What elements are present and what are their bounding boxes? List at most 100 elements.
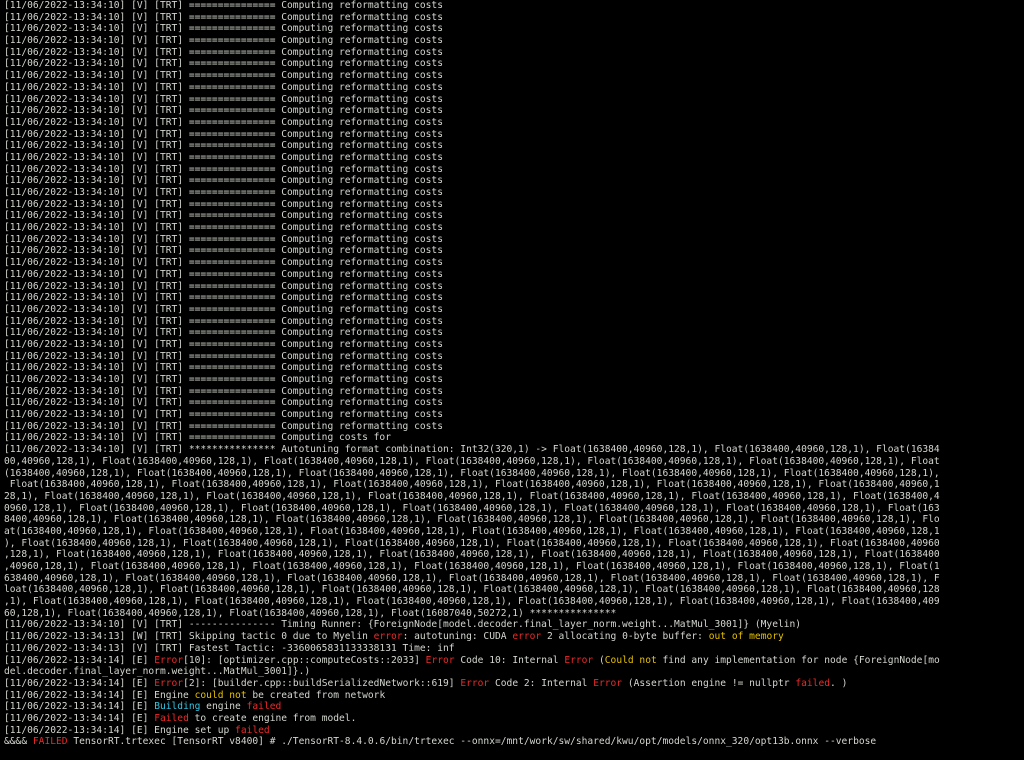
log-text: [11/06/2022-13:34:10] [V] [TRT] ========… bbox=[4, 70, 443, 82]
terminal-line: 60,128,1), Float(1638400,40960,128,1), F… bbox=[4, 608, 1024, 620]
log-text: Code 2: Internal bbox=[489, 677, 594, 689]
log-highlight-red: failed bbox=[795, 677, 831, 689]
terminal-line: [11/06/2022-13:34:14] [E] Error [2]: [bui… bbox=[4, 678, 1024, 690]
terminal-line: [11/06/2022-13:34:10] [V] [TRT] ========… bbox=[4, 292, 1024, 304]
log-text: [11/06/2022-13:34:10] [V] [TRT] ========… bbox=[4, 315, 443, 327]
terminal-line: 00,40960,128,1), Float(1638400,40960,128… bbox=[4, 456, 1024, 468]
log-text: ( bbox=[593, 654, 605, 666]
log-text: [11/06/2022-13:34:10] [V] [TRT] ********… bbox=[4, 444, 940, 456]
terminal-line: [11/06/2022-13:34:10] [V] [TRT] ========… bbox=[4, 117, 1024, 129]
terminal-line: [11/06/2022-13:34:10] [V] [TRT] ========… bbox=[4, 82, 1024, 94]
terminal-line: ,1), Float(1638400,40960,128,1), Float(1… bbox=[4, 596, 1024, 608]
terminal-line: [11/06/2022-13:34:14] [E] Engine set up … bbox=[4, 725, 1024, 737]
log-text: [11/06/2022-13:34:10] [V] [TRT] ========… bbox=[4, 105, 443, 117]
log-text: [11/06/2022-13:34:10] [V] [TRT] ========… bbox=[4, 257, 443, 269]
terminal-line: [11/06/2022-13:34:14] [E] Failed to crea… bbox=[4, 713, 1024, 725]
terminal-line: [11/06/2022-13:34:10] [V] [TRT] ========… bbox=[4, 47, 1024, 59]
log-text: 8400,40960,128,1), Float(1638400,40960,1… bbox=[4, 514, 940, 526]
terminal-line: loat(1638400,40960,128,1), Float(1638400… bbox=[4, 584, 1024, 596]
terminal-line: [11/06/2022-13:34:10] [V] [TRT] ========… bbox=[4, 164, 1024, 176]
terminal-line: [11/06/2022-13:34:10] [V] [TRT] ========… bbox=[4, 58, 1024, 70]
log-text: ), Float(1638400,40960,128,1), Float(163… bbox=[4, 537, 940, 549]
log-text: [11/06/2022-13:34:10] [V] [TRT] ========… bbox=[4, 11, 443, 23]
log-highlight-red: Error bbox=[425, 654, 455, 666]
log-highlight-red: Error bbox=[593, 677, 623, 689]
log-text: [11/06/2022-13:34:10] [V] [TRT] ========… bbox=[4, 58, 443, 70]
terminal-line: [11/06/2022-13:34:10] [V] [TRT] ========… bbox=[4, 12, 1024, 24]
log-text: [11/06/2022-13:34:10] [V] [TRT] ========… bbox=[4, 210, 443, 222]
terminal-line: [11/06/2022-13:34:10] [V] [TRT] ========… bbox=[4, 0, 1024, 12]
log-text: [11/06/2022-13:34:10] [V] [TRT] ========… bbox=[4, 432, 391, 444]
terminal-line: [11/06/2022-13:34:10] [V] [TRT] ========… bbox=[4, 257, 1024, 269]
terminal-line: [11/06/2022-13:34:14] [E] Building engin… bbox=[4, 701, 1024, 713]
terminal-line: [11/06/2022-13:34:10] [V] [TRT] ========… bbox=[4, 175, 1024, 187]
log-highlight-cyan: Building bbox=[154, 701, 201, 713]
terminal-line: (1638400,40960,128,1), Float(1638400,409… bbox=[4, 468, 1024, 480]
terminal-line: [11/06/2022-13:34:10] [V] [TRT] ========… bbox=[4, 94, 1024, 106]
log-text: [11/06/2022-13:34:10] [V] [TRT] ========… bbox=[4, 397, 443, 409]
log-text: . ) bbox=[830, 677, 848, 689]
log-text: to create engine from model. bbox=[188, 712, 357, 724]
log-text: engine bbox=[200, 701, 247, 713]
log-text: [11/06/2022-13:34:10] [V] [TRT] ========… bbox=[4, 420, 443, 432]
terminal-line: [11/06/2022-13:34:10] [V] [TRT] ********… bbox=[4, 444, 1024, 456]
log-text: [11/06/2022-13:34:10] [V] [TRT] ========… bbox=[4, 175, 443, 187]
terminal-line: &&&& FAILED TensorRT.trtexec [TensorRT v… bbox=[4, 736, 1024, 748]
terminal-line: [11/06/2022-13:34:10] [V] [TRT] ========… bbox=[4, 129, 1024, 141]
terminal-line: [11/06/2022-13:34:10] [V] [TRT] ========… bbox=[4, 152, 1024, 164]
terminal-line: [11/06/2022-13:34:10] [V] [TRT] ========… bbox=[4, 386, 1024, 398]
terminal-line: [11/06/2022-13:34:10] [V] [TRT] --------… bbox=[4, 619, 1024, 631]
log-text: [11/06/2022-13:34:14] [E] bbox=[4, 712, 155, 724]
log-text: [11/06/2022-13:34:10] [V] [TRT] ========… bbox=[4, 46, 443, 58]
log-text: Float(1638400,40960,128,1), Float(163840… bbox=[4, 479, 940, 491]
log-text: 0960,128,1), Float(1638400,40960,128,1),… bbox=[4, 502, 940, 514]
log-text: [11/06/2022-13:34:10] [V] [TRT] ========… bbox=[4, 280, 443, 292]
terminal-line: [11/06/2022-13:34:14] [E] Error[10]: [op… bbox=[4, 655, 1024, 667]
log-text: [11/06/2022-13:34:10] [V] [TRT] ========… bbox=[4, 81, 443, 93]
terminal-line: [11/06/2022-13:34:10] [V] [TRT] ========… bbox=[4, 351, 1024, 363]
terminal-line: [11/06/2022-13:34:10] [V] [TRT] ========… bbox=[4, 199, 1024, 211]
log-text: (Assertion engine != nullptr bbox=[622, 677, 796, 689]
log-text: &&&& bbox=[4, 736, 33, 748]
terminal-line: [11/06/2022-13:34:10] [V] [TRT] ========… bbox=[4, 281, 1024, 293]
log-text: [11/06/2022-13:34:10] [V] [TRT] ========… bbox=[4, 35, 443, 47]
log-highlight-yellow: out of memory bbox=[708, 631, 784, 643]
log-text: [11/06/2022-13:34:10] [V] [TRT] ========… bbox=[4, 350, 443, 362]
log-text: 638400,40960,128,1), Float(1638400,40960… bbox=[4, 572, 940, 584]
terminal-line: [11/06/2022-13:34:10] [V] [TRT] ========… bbox=[4, 339, 1024, 351]
log-text: [11/06/2022-13:34:10] [V] [TRT] ========… bbox=[4, 245, 443, 257]
log-text: 00,40960,128,1), Float(1638400,40960,128… bbox=[4, 455, 940, 467]
log-text: [11/06/2022-13:34:10] [V] [TRT] ========… bbox=[4, 23, 443, 35]
log-text: [11/06/2022-13:34:14] [E] bbox=[4, 677, 155, 689]
log-text: find any implementation for node {Foreig… bbox=[656, 654, 940, 666]
terminal-line: [11/06/2022-13:34:10] [V] [TRT] ========… bbox=[4, 304, 1024, 316]
terminal-line: [11/06/2022-13:34:10] [V] [TRT] ========… bbox=[4, 245, 1024, 257]
terminal-line: [11/06/2022-13:34:10] [V] [TRT] ========… bbox=[4, 327, 1024, 339]
log-highlight-red: Error bbox=[564, 654, 594, 666]
log-highlight-yellow: Could not bbox=[604, 654, 657, 666]
log-text: [2]: [builder.cpp::buildSerializedNetwor… bbox=[183, 677, 461, 689]
log-text: ,128,1), Float(1638400,40960,128,1), Flo… bbox=[4, 549, 940, 561]
log-text: [11/06/2022-13:34:10] [V] [TRT] ========… bbox=[4, 338, 443, 350]
log-text: [11/06/2022-13:34:14] [E] bbox=[4, 701, 155, 713]
log-text: [11/06/2022-13:34:13] [W] [TRT] Skipping… bbox=[4, 631, 374, 643]
log-highlight-red: error bbox=[373, 631, 403, 643]
terminal-output[interactable]: [11/06/2022-13:34:10] [V] [TRT] ========… bbox=[0, 0, 1024, 760]
log-text: [11/06/2022-13:34:14] [E] bbox=[4, 654, 155, 666]
log-text: [11/06/2022-13:34:14] [E] Engine set up bbox=[4, 724, 236, 736]
terminal-line: del.decoder.final_layer_norm.weight...Ma… bbox=[4, 666, 1024, 678]
terminal-line: ,128,1), Float(1638400,40960,128,1), Flo… bbox=[4, 549, 1024, 561]
log-text: [11/06/2022-13:34:10] [V] [TRT] ========… bbox=[4, 409, 443, 421]
log-text: [11/06/2022-13:34:10] [V] [TRT] ========… bbox=[4, 93, 443, 105]
log-text: [11/06/2022-13:34:10] [V] [TRT] --------… bbox=[4, 619, 802, 631]
terminal-line: [11/06/2022-13:34:10] [V] [TRT] ========… bbox=[4, 269, 1024, 281]
log-highlight-red: Failed bbox=[154, 712, 189, 724]
log-text: [11/06/2022-13:34:10] [V] [TRT] ========… bbox=[4, 233, 443, 245]
log-text: [11/06/2022-13:34:10] [V] [TRT] ========… bbox=[4, 292, 443, 304]
log-text: [11/06/2022-13:34:10] [V] [TRT] ========… bbox=[4, 222, 443, 234]
terminal-line: ,40960,128,1), Float(1638400,40960,128,1… bbox=[4, 561, 1024, 573]
terminal-line: [11/06/2022-13:34:10] [V] [TRT] ========… bbox=[4, 210, 1024, 222]
terminal-line: [11/06/2022-13:34:10] [V] [TRT] ========… bbox=[4, 362, 1024, 374]
log-text: [10]: [optimizer.cpp::computeCosts::2033… bbox=[183, 654, 426, 666]
log-text: [11/06/2022-13:34:10] [V] [TRT] ========… bbox=[4, 327, 443, 339]
